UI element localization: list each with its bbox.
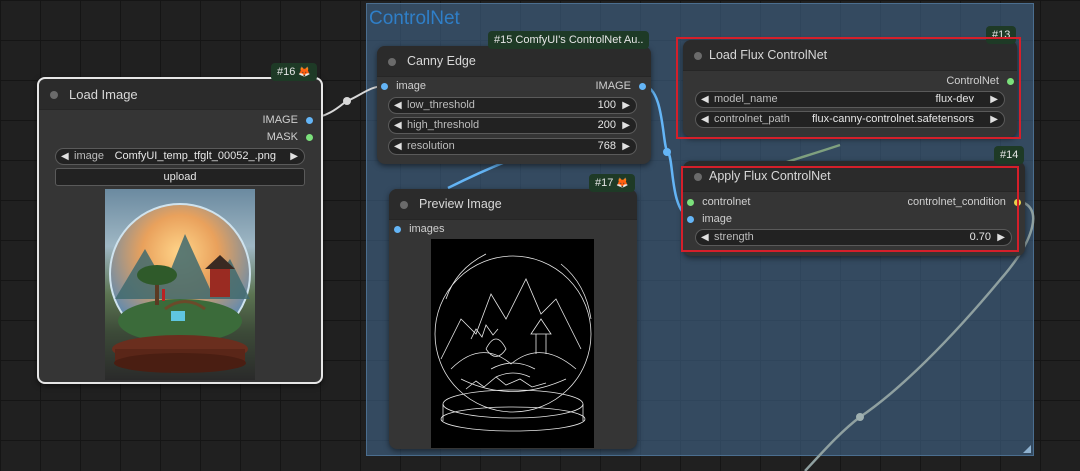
node-badge: #14 — [994, 146, 1025, 164]
widget-value: ComfyUI_temp_tfglt_00052_.png — [114, 150, 276, 162]
right-arrow-icon[interactable]: ▶ — [290, 149, 298, 164]
preview-image-node[interactable]: Preview Image images — [389, 189, 637, 449]
collapse-dot-icon[interactable] — [50, 91, 58, 99]
canny-preview-output — [431, 239, 594, 448]
output-dot-icon[interactable] — [306, 133, 313, 141]
node-canvas[interactable]: ControlNet Load Image IMAGE MASK ◀ image… — [0, 0, 1080, 471]
output-image[interactable]: IMAGE — [262, 114, 313, 126]
canny-edge-illustration — [434, 253, 592, 432]
output-dot-icon[interactable] — [306, 116, 313, 124]
node-header[interactable]: Preview Image — [389, 189, 637, 220]
link-reroute-dot — [663, 148, 671, 156]
node-title: Preview Image — [419, 197, 502, 211]
input-label: image — [396, 80, 427, 92]
link-reroute-dot — [343, 97, 351, 105]
input-image[interactable]: image — [381, 80, 426, 92]
output-label: MASK — [266, 131, 298, 143]
widget-name: high_threshold — [407, 119, 480, 131]
widget-value: 200 — [597, 119, 616, 131]
resolution-widget[interactable]: ◀ resolution 768 ▶ — [388, 138, 637, 155]
input-label: images — [409, 223, 445, 235]
right-arrow-icon[interactable]: ▶ — [622, 118, 630, 133]
widget-value: 768 — [597, 140, 616, 152]
output-mask[interactable]: MASK — [267, 131, 313, 143]
collapse-dot-icon[interactable] — [388, 58, 396, 66]
input-dot-icon[interactable] — [381, 82, 388, 90]
widget-name: low_threshold — [407, 99, 475, 111]
left-arrow-icon[interactable]: ◀ — [394, 139, 402, 154]
snow-globe-illustration — [109, 203, 251, 373]
badge-label: #17 — [595, 177, 614, 189]
highlight-box — [681, 166, 1019, 252]
node-badge: #16 🦊 — [271, 63, 317, 81]
image-select-widget[interactable]: ◀ image ComfyUI_temp_tfglt_00052_.png ▶ — [55, 148, 305, 165]
upload-button[interactable]: upload — [55, 168, 305, 186]
node-badge: #17 🦊 — [589, 174, 635, 192]
highlight-box — [676, 37, 1021, 139]
right-arrow-icon[interactable]: ▶ — [622, 98, 630, 113]
image-preview — [105, 189, 255, 380]
load-image-node[interactable]: Load Image IMAGE MASK ◀ image ComfyUI_te… — [37, 77, 323, 384]
node-title: Canny Edge — [407, 54, 476, 68]
badge-label: #15 ComfyUI's ControlNet Au.. — [494, 34, 644, 46]
right-arrow-icon[interactable]: ▶ — [622, 139, 630, 154]
node-header[interactable]: Load Image — [39, 79, 321, 110]
left-arrow-icon[interactable]: ◀ — [394, 98, 402, 113]
widget-name: image — [74, 150, 104, 162]
output-dot-icon[interactable] — [639, 82, 646, 90]
link-reroute-dot — [856, 413, 864, 421]
node-badge: #15 ComfyUI's ControlNet Au.. — [488, 31, 650, 49]
canny-edge-node[interactable]: Canny Edge image IMAGE ◀ low_threshold 1… — [377, 46, 651, 164]
widget-value: 100 — [597, 99, 616, 111]
output-label: IMAGE — [262, 114, 298, 126]
link-canny-to-preview — [447, 158, 511, 190]
node-title: Load Image — [69, 87, 138, 102]
output-label: IMAGE — [595, 80, 631, 92]
node-header[interactable]: Canny Edge — [377, 46, 651, 77]
badge-label: #14 — [1000, 149, 1019, 161]
input-images[interactable]: images — [394, 223, 445, 235]
left-arrow-icon[interactable]: ◀ — [394, 118, 402, 133]
widget-name: resolution — [407, 140, 455, 152]
fox-icon: 🦊 — [616, 178, 629, 189]
left-arrow-icon[interactable]: ◀ — [61, 149, 69, 164]
high-threshold-widget[interactable]: ◀ high_threshold 200 ▶ — [388, 117, 637, 134]
badge-label: #16 — [277, 66, 296, 78]
output-image[interactable]: IMAGE — [595, 80, 646, 92]
input-dot-icon[interactable] — [394, 225, 401, 233]
fox-icon: 🦊 — [298, 67, 311, 78]
low-threshold-widget[interactable]: ◀ low_threshold 100 ▶ — [388, 97, 637, 114]
collapse-dot-icon[interactable] — [400, 201, 408, 209]
